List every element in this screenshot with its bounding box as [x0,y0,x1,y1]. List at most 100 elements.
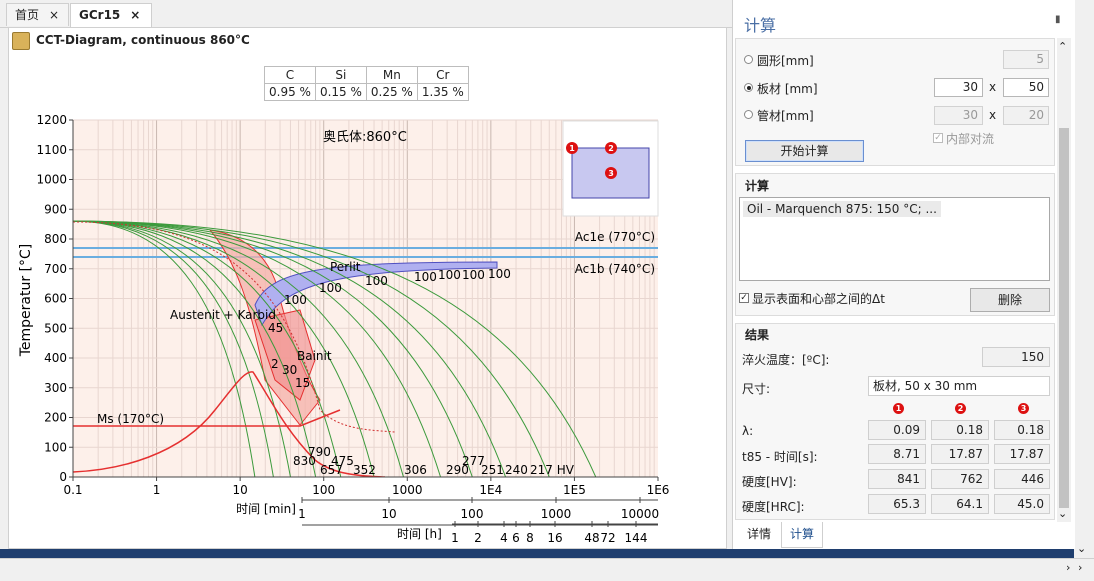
hours-tick-label: 6 [512,531,520,545]
x-tick-label: 1000 [392,483,423,497]
hours-tick-label: 4 [500,531,508,545]
scroll-down-icon[interactable]: ⌄ [1058,507,1067,520]
size-label: 尺寸: [742,382,771,396]
inner-convection-checkbox[interactable]: ✓ [933,133,943,143]
radio-round[interactable] [744,55,753,64]
plate-width-field[interactable]: 50 [1003,78,1049,97]
phase-label: 15 [295,376,310,390]
times-label: x [989,108,997,122]
pin-icon[interactable]: ▮ [1055,14,1061,25]
tab-gcr15[interactable]: GCr15 × [70,3,152,28]
x-tick-label: 1E5 [563,483,586,497]
hrc-value-2: 64.1 [931,494,989,514]
x-tick-label: 10 [233,483,248,497]
bainit-label: Bainit [297,349,332,363]
tube-outer-field[interactable]: 30 [934,106,983,125]
calc-list-item[interactable]: Oil - Marquench 875: 150 °C; ... [743,201,941,217]
ac1b-label: Ac1b (740°C) [575,262,655,276]
austenit-label: Austenit + Karbid [170,308,276,322]
x-axis-label: 时间 [min] [236,502,296,516]
hrc-label: 硬度[HRC]: [742,500,805,514]
y-tick-label: 1200 [36,113,67,127]
scroll-right-icon[interactable]: › [1066,561,1070,574]
radio-tube[interactable] [744,110,753,119]
tube-wall-field[interactable]: 20 [1003,106,1049,125]
radio-plate[interactable] [744,83,753,92]
x-tick-label: 1E6 [647,483,670,497]
hours-tick-label: 2 [474,531,482,545]
delete-button[interactable]: 删除 [970,288,1050,312]
scroll-up-icon[interactable]: ⌃ [1058,40,1067,53]
seconds-tick-label: 1 [298,507,306,521]
hours-tick-label: 1 [451,531,459,545]
phase-label: 100 [319,281,342,295]
y-tick-label: 700 [44,262,67,276]
t85-value-1: 8.71 [868,444,926,464]
hardness-label: 217 HV [530,463,575,477]
y-tick-label: 800 [44,232,67,246]
comp-value: 1.35 % [416,83,469,101]
phase-label: 100 [488,267,511,281]
seconds-ticks: 1 10 100 1000 10000 [298,497,659,521]
comp-value: 0.15 % [314,83,367,101]
quench-temp-label: 淬火温度：[ºC]: [742,353,830,367]
comp-header: Si [314,66,367,84]
hardness-label: 251 [481,463,504,477]
seconds-tick-label: 10000 [621,507,659,521]
point-2-badge: 2 [955,403,966,414]
cct-chart: 0100200300400500600700800900100011001200… [18,113,669,545]
show-dt-checkbox[interactable]: ✓ [739,293,749,303]
round-label: 圆形[mm] [757,54,814,68]
hv-label: 硬度[HV]: [742,475,797,489]
t85-value-3: 17.87 [994,444,1050,464]
plate-thickness-field[interactable]: 30 [934,78,983,97]
calc-list[interactable]: Oil - Marquench 875: 150 °C; ... [739,197,1050,281]
phase-label: 30 [282,363,297,377]
close-icon[interactable]: × [49,8,59,22]
bottom-scrollbar[interactable]: › › [0,558,1094,581]
phase-label: 100 [414,270,437,284]
tab-calc[interactable]: 计算 [781,522,824,548]
hrc-value-1: 65.3 [868,494,926,514]
inset-point-label: 3 [608,169,614,178]
hv-value-2: 762 [931,469,989,489]
scroll-end-icon[interactable]: › [1078,561,1082,574]
hardness-label: 352 [353,463,376,477]
lambda-value-3: 0.18 [994,420,1050,440]
phase-label: 100 [462,268,485,282]
tab-home[interactable]: 首页 × [6,3,69,26]
y-tick-label: 100 [44,440,67,454]
seconds-tick-label: 1000 [541,507,572,521]
hardness-label: 240 [505,463,528,477]
round-diameter-field[interactable]: 5 [1003,50,1049,69]
close-icon[interactable]: × [130,8,140,22]
comp-header: Cr [416,66,469,84]
phase-label: 100 [284,293,307,307]
ms-label: Ms (170°C) [97,412,164,426]
comp-value: 0.95 % [264,83,316,101]
calc-header: 计算 [745,179,770,193]
y-tick-label: 1000 [36,173,67,187]
y-tick-label: 1100 [36,143,67,157]
comp-header: Mn [365,66,418,84]
outer-scroll-down-icon[interactable]: ⌄ [1077,542,1086,555]
lambda-value-1: 0.09 [868,420,926,440]
hrc-value-3: 45.0 [994,494,1050,514]
hours-tick-label: 144 [625,531,648,545]
hours-tick-label: 72 [600,531,615,545]
x-tick-label: 1E4 [479,483,502,497]
tab-details[interactable]: 详情 [739,522,779,547]
inner-convection-label: 内部对流 [946,132,995,146]
hardness-label: 790 [308,445,331,459]
inset-point-label: 2 [608,144,614,153]
start-calc-button[interactable]: 开始计算 [745,140,864,162]
chart-title: 奥氏体:860°C [323,130,407,145]
hardness-label: 475 [331,454,354,468]
y-tick-label: 0 [59,470,67,484]
seconds-tick-label: 100 [461,507,484,521]
scrollbar-thumb[interactable] [1059,128,1069,508]
x-tick-label: 1 [153,483,161,497]
size-value: 板材, 50 x 30 mm [868,376,1050,396]
panel-title: 计算 [744,16,777,35]
x-ticks: 0.1 1 10 100 1000 1E4 1E5 1E6 [63,477,669,497]
